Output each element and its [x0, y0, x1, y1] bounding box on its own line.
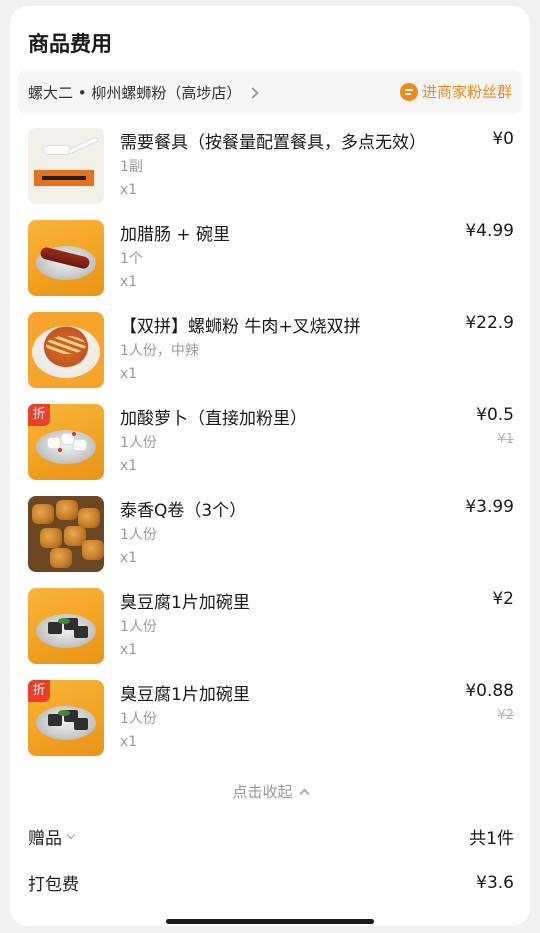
order-item[interactable]: 【双拼】螺蛳粉 牛肉+叉烧双拼 1人份，中辣 x1 ¥22.9: [28, 312, 514, 390]
order-item[interactable]: 加腊肠 + 碗里 1个 x1 ¥4.99: [28, 220, 514, 298]
item-image-sausage: [28, 220, 104, 296]
collapse-label: 点击收起: [232, 783, 293, 801]
store-name: 螺大二 • 柳州螺蛳粉（高埗店）: [28, 84, 242, 102]
collapse-button[interactable]: 点击收起: [10, 781, 530, 802]
item-name: 臭豆腐1片加碗里: [120, 593, 250, 613]
item-qty: x1: [120, 550, 138, 566]
item-qty: x1: [120, 366, 138, 382]
item-name: 泰香Q卷（3个）: [120, 501, 247, 521]
section-title: 商品费用: [28, 32, 112, 56]
item-image-noodle-bowl: [28, 312, 104, 388]
item-name: 臭豆腐1片加碗里: [120, 685, 250, 705]
order-item[interactable]: 折 加酸萝卜（直接加粉里） 1人份 x1 ¥0.5 ¥1: [28, 404, 514, 482]
gift-label: 赠品: [28, 829, 62, 849]
item-original-price: ¥2: [497, 708, 514, 723]
item-qty: x1: [120, 734, 138, 750]
join-fan-group-button[interactable]: 进商家粉丝群: [399, 81, 512, 102]
chevron-down-icon: [66, 830, 76, 840]
item-spec: 1人份: [120, 619, 157, 635]
item-qty: x1: [120, 274, 138, 290]
chat-bubble-icon: [399, 82, 418, 101]
order-cost-card: 商品费用 螺大二 • 柳州螺蛳粉（高埗店） 进商家粉丝群 需要餐具（按餐量配置餐…: [10, 6, 530, 926]
item-name: 加酸萝卜（直接加粉里）: [120, 409, 307, 429]
packing-fee-value: ¥3.6: [476, 872, 514, 893]
item-price: ¥3.99: [465, 497, 514, 517]
chevron-up-icon: [299, 788, 309, 799]
item-qty: x1: [120, 458, 138, 474]
item-image-stinky-tofu: [28, 588, 104, 664]
store-link[interactable]: 螺大二 • 柳州螺蛳粉（高埗店）: [28, 82, 260, 103]
item-price: ¥22.9: [465, 313, 514, 333]
gift-row[interactable]: 赠品 共1件: [28, 824, 514, 849]
item-price: ¥2: [492, 589, 514, 609]
item-spec: 1人份，中辣: [120, 343, 199, 359]
item-image-q-rolls: [28, 496, 104, 572]
item-spec: 1人份: [120, 527, 157, 543]
discount-badge: 折: [28, 680, 50, 702]
item-price: ¥0.5: [476, 405, 514, 425]
item-image-tableware: [28, 128, 104, 204]
item-qty: x1: [120, 182, 138, 198]
item-spec: 1副: [120, 159, 143, 175]
packing-fee-row: 打包费 ¥3.6: [28, 870, 514, 896]
home-indicator[interactable]: [166, 919, 374, 924]
store-bar[interactable]: 螺大二 • 柳州螺蛳粉（高埗店） 进商家粉丝群: [18, 70, 522, 114]
item-spec: 1人份: [120, 435, 157, 451]
item-price: ¥4.99: [465, 221, 514, 241]
packing-fee-label: 打包费: [28, 875, 79, 895]
item-name: 需要餐具（按餐量配置餐具，多点无效）: [120, 133, 426, 153]
item-spec: 1个: [120, 251, 143, 267]
order-item[interactable]: 泰香Q卷（3个） 1人份 x1 ¥3.99: [28, 496, 514, 574]
chevron-right-icon: [247, 86, 260, 99]
item-price: ¥0.88: [465, 681, 514, 701]
item-spec: 1人份: [120, 711, 157, 727]
order-item[interactable]: 需要餐具（按餐量配置餐具，多点无效） 1副 x1 ¥0: [28, 128, 514, 206]
item-name: 加腊肠 + 碗里: [120, 225, 231, 245]
discount-badge: 折: [28, 404, 50, 426]
order-item[interactable]: 臭豆腐1片加碗里 1人份 x1 ¥2: [28, 588, 514, 666]
item-name: 【双拼】螺蛳粉 牛肉+叉烧双拼: [120, 317, 361, 337]
order-item[interactable]: 折 臭豆腐1片加碗里 1人份 x1 ¥0.88 ¥2: [28, 680, 514, 758]
fan-group-label: 进商家粉丝群: [421, 83, 512, 101]
item-price: ¥0: [492, 129, 514, 149]
item-qty: x1: [120, 642, 138, 658]
gift-value: 共1件: [469, 829, 514, 849]
item-original-price: ¥1: [497, 432, 514, 447]
